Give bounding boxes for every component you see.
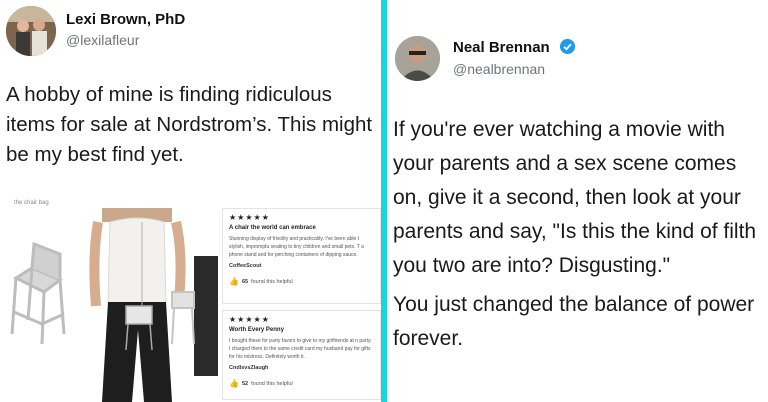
review-body: I bought these for party favors to give … [229,338,372,360]
tweet-card-lexi: Lexi Brown, PhD @lexilafleur A hobby of … [0,0,381,402]
tweet-card-neal: Neal Brennan @nealbrennan If you're ever… [387,0,768,402]
thumbs-up-icon: 👍 [229,277,239,286]
avatar[interactable] [6,6,56,56]
star-rating: ★★★★★ [229,315,270,324]
helpful-text: found this helpful [251,380,293,387]
folding-chair-image [10,241,66,345]
star-rating: ★★★★★ [229,213,270,222]
helpful-row: 👍 52 found this helpful [229,379,374,388]
display-name[interactable]: Lexi Brown, PhD [66,11,185,28]
avatar-photo [395,36,440,81]
tweet-image[interactable]: the chair bag ★★★★★ A chair the world ca… [0,196,381,402]
review-title: A chair the world can embrace [229,225,316,231]
avatar[interactable] [395,36,440,81]
review-body: Stunning display of frivolity and practi… [229,236,364,258]
chair-detail-image [171,256,218,376]
user-handle[interactable]: @lexilafleur [66,32,139,48]
helpful-text: found this helpful [251,278,293,285]
product-review: ★★★★★ A chair the world can embrace Stun… [222,208,381,304]
tweet-text: If you're ever watching a movie with you… [393,118,757,277]
thumbs-up-icon: 👍 [229,379,239,388]
image-caption: the chair bag [14,200,49,206]
avatar-photo [6,6,56,56]
helpful-count: 65 [241,278,249,285]
verified-badge-icon [560,39,575,54]
user-handle[interactable]: @nealbrennan [453,61,545,77]
reviewer-name: CoffeeScout [229,263,262,269]
tweet-text: You just changed the balance of power fo… [393,293,755,350]
helpful-count: 52 [241,380,249,387]
helpful-row: 👍 65 found this helpful [229,277,374,286]
product-review: ★★★★★ Worth Every Penny I bought these f… [222,310,381,400]
review-title: Worth Every Penny [229,327,284,333]
display-name[interactable]: Neal Brennan [453,39,550,56]
tweet-text: A hobby of mine is finding ridiculous it… [6,83,373,166]
reviewer-name: CndlsvsZlaugh [229,365,269,371]
